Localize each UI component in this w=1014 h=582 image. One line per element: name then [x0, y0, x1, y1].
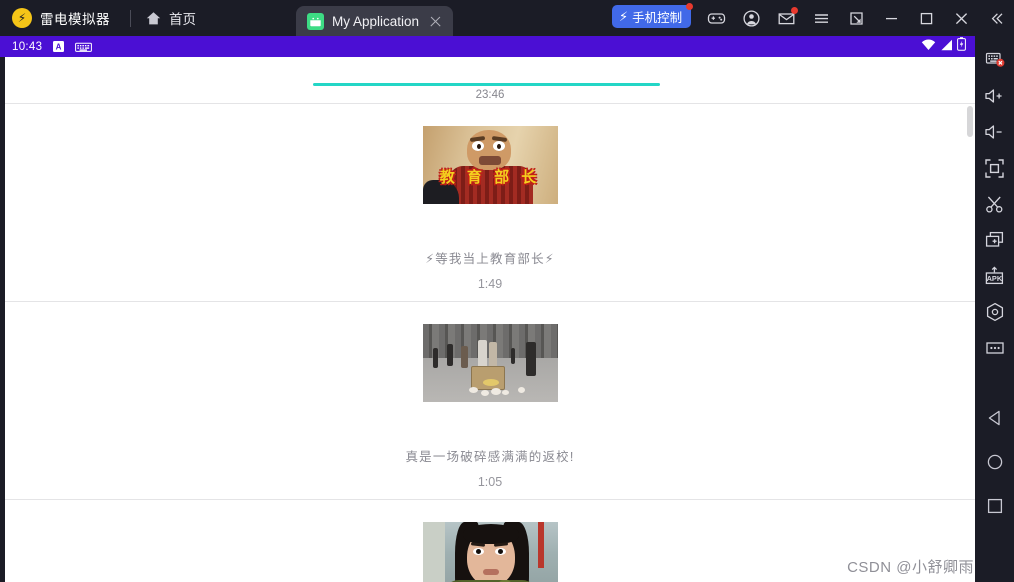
art-pupil-right	[496, 144, 501, 149]
art-person	[510, 348, 515, 364]
gamepad-icon[interactable]	[699, 0, 734, 36]
svg-text:A: A	[56, 43, 62, 52]
video-duration: 1:49	[477, 277, 503, 291]
volume-down-icon[interactable]	[975, 114, 1014, 150]
art-mouth	[482, 569, 499, 575]
art-litter	[490, 388, 501, 395]
status-time: 10:43	[12, 40, 43, 53]
maximize-icon[interactable]	[909, 0, 944, 36]
art-litter	[482, 379, 499, 386]
wifi-icon	[921, 38, 936, 56]
list-item[interactable]	[5, 500, 975, 582]
minimize-icon[interactable]	[874, 0, 909, 36]
thumbnail-education-minister[interactable]: 教 育 部 长	[422, 126, 558, 204]
account-icon[interactable]	[734, 0, 769, 36]
scissors-screenshot-icon[interactable]	[975, 186, 1014, 222]
art-wall	[422, 522, 445, 582]
video-duration: 1:05	[477, 475, 503, 489]
ldplayer-logo-icon	[12, 8, 32, 28]
menu-icon[interactable]	[804, 0, 839, 36]
watermark: CSDN @小舒卿雨	[847, 559, 974, 576]
shake-icon[interactable]	[975, 294, 1014, 330]
art-mouth	[478, 156, 501, 165]
mail-badge-dot	[791, 7, 798, 14]
video-title: ⚡等我当上教育部长⚡	[425, 252, 555, 266]
letter-a-badge-icon: A	[52, 40, 65, 53]
video-title: 真是一场破碎感满满的返校!	[405, 450, 575, 464]
brand: 雷电模拟器	[0, 8, 110, 28]
emulator-window: 雷电模拟器 首页 My Application ⚡ 手机控制	[0, 0, 1014, 582]
art-pupil-left	[475, 549, 481, 554]
art-pupil-right	[497, 549, 503, 554]
art-litter	[468, 387, 478, 393]
phone-control-label: 手机控制	[632, 11, 683, 25]
android-status-bar: 10:43 A	[0, 36, 975, 57]
svg-text:APK: APK	[987, 274, 1003, 283]
android-home-icon[interactable]	[975, 440, 1014, 484]
thumbnail-caption: 教 育 部 长	[439, 169, 541, 186]
tab-title: My Application	[332, 13, 420, 29]
tool-sidebar: APK	[975, 36, 1014, 582]
brand-name: 雷电模拟器	[40, 12, 110, 27]
partial-duration: 23:46	[475, 89, 505, 101]
window-controls	[699, 0, 1014, 36]
add-window-icon[interactable]	[975, 222, 1014, 258]
close-icon[interactable]	[428, 14, 443, 29]
list-item-partial[interactable]: 23:46	[5, 57, 975, 103]
art-person	[525, 342, 536, 376]
fullscreen-icon[interactable]	[975, 150, 1014, 186]
art-person	[432, 348, 438, 368]
lightning-bolt-icon: ⚡	[619, 9, 629, 24]
apk-install-icon[interactable]: APK	[975, 258, 1014, 294]
close-window-icon[interactable]	[944, 0, 979, 36]
list-item[interactable]: 真是一场破碎感满满的返校! 1:05	[5, 302, 975, 499]
art-person	[446, 344, 453, 366]
art-red-pole	[537, 522, 544, 568]
android-back-icon[interactable]	[975, 396, 1014, 440]
art-pupil-left	[476, 144, 481, 149]
sidebar-tools: APK	[975, 36, 1014, 366]
keyboard-off-icon[interactable]	[975, 42, 1014, 78]
mail-icon[interactable]	[769, 0, 804, 36]
collapse-icon[interactable]	[979, 0, 1014, 36]
app-content: 23:46 教 育 部 长 ⚡等我当上教育部长⚡ 1:49 真是一场破碎感满满的…	[5, 57, 975, 582]
android-recents-icon[interactable]	[975, 484, 1014, 528]
more-icon[interactable]	[975, 330, 1014, 366]
art-litter	[480, 390, 489, 396]
art-person	[460, 346, 468, 368]
android-nav-buttons	[975, 396, 1014, 528]
home-button[interactable]: 首页	[145, 8, 196, 28]
art-litter	[501, 390, 509, 395]
content-scrollbar-thumb[interactable]	[967, 106, 973, 137]
divider	[130, 9, 131, 27]
tab-my-application[interactable]: My Application	[296, 6, 454, 36]
android-robot-icon	[307, 12, 324, 30]
art-litter	[517, 387, 525, 393]
status-right-icons	[921, 36, 966, 57]
signal-icon	[940, 38, 953, 56]
home-icon	[145, 10, 162, 27]
keyboard-icon	[75, 41, 93, 53]
thumbnail-camo-girl[interactable]	[422, 522, 558, 582]
art-fringe	[462, 524, 519, 544]
volume-up-icon[interactable]	[975, 78, 1014, 114]
thumbnail-street-luggage[interactable]	[422, 324, 558, 402]
list-item[interactable]: 教 育 部 长 ⚡等我当上教育部长⚡ 1:49	[5, 104, 975, 301]
battery-charging-icon	[957, 37, 966, 56]
home-label: 首页	[169, 12, 196, 27]
phone-control-button[interactable]: ⚡ 手机控制	[612, 3, 694, 28]
tab-strip: My Application	[296, 0, 454, 36]
video-progress-bar[interactable]	[313, 83, 660, 86]
multi-instance-icon[interactable]	[839, 0, 874, 36]
